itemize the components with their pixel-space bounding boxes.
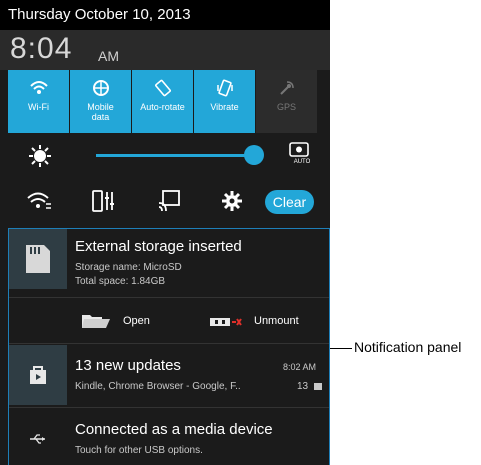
qs-auto-rotate-label: Auto-rotate xyxy=(140,102,185,112)
storage-notification[interactable]: External storage inserted Storage name: … xyxy=(9,229,329,289)
updates-notification[interactable]: 13 new updates 8:02 AM Kindle, Chrome Br… xyxy=(9,345,329,405)
auto-brightness-label: AUTO xyxy=(293,159,311,165)
clear-button[interactable]: Clear xyxy=(265,190,314,214)
storage-name-text: Storage name: MicroSD xyxy=(75,262,182,273)
callout-label: Notification panel xyxy=(354,339,462,355)
qs-mobile-data-label: Mobile data xyxy=(87,102,114,122)
eject-icon xyxy=(209,317,243,327)
storage-title: External storage inserted xyxy=(75,238,242,255)
updates-time: 8:02 AM xyxy=(283,362,317,372)
clock-time: 8:04 xyxy=(10,32,73,65)
unmount-label: Unmount xyxy=(254,315,299,327)
auto-brightness-button[interactable]: AUTO xyxy=(288,142,316,165)
screen-cast-icon[interactable] xyxy=(158,190,180,212)
wifi-settings-icon[interactable] xyxy=(26,190,52,212)
updates-subtitle: Kindle, Chrome Browser - Google, F.. xyxy=(75,381,241,392)
date-bar: Thursday October 10, 2013 xyxy=(0,0,330,30)
qs-wifi-label: Wi-Fi xyxy=(28,102,49,112)
qs-mobile-data-tile[interactable]: Mobile data xyxy=(70,70,131,133)
storage-space-text: Total space: 1.84GB xyxy=(75,276,166,287)
callout-line xyxy=(330,348,352,349)
phone-screen: Thursday October 10, 2013 8:04 AM Wi-Fi … xyxy=(0,0,330,465)
qs-gps-tile[interactable]: GPS xyxy=(256,70,317,133)
notification-panel: External storage inserted Storage name: … xyxy=(8,228,330,465)
wifi-icon xyxy=(29,78,49,98)
settings-row: Clear xyxy=(8,182,330,222)
date-label: Thursday October 10, 2013 xyxy=(8,6,191,23)
usb-title: Connected as a media device xyxy=(75,421,273,438)
qs-wifi-tile[interactable]: Wi-Fi xyxy=(8,70,69,133)
updates-title: 13 new updates xyxy=(75,357,181,374)
gps-icon xyxy=(277,78,297,98)
sound-settings-icon[interactable] xyxy=(92,190,116,212)
brightness-slider[interactable] xyxy=(96,154,254,157)
qs-vibrate-label: Vibrate xyxy=(210,102,239,112)
brightness-slider-knob[interactable] xyxy=(244,145,264,165)
brightness-row: AUTO xyxy=(8,136,330,176)
small-store-icon xyxy=(313,381,323,391)
gear-icon[interactable] xyxy=(222,191,242,211)
globe-icon xyxy=(91,78,111,98)
rotate-icon xyxy=(153,78,173,98)
folder-icon xyxy=(81,313,111,329)
open-button[interactable]: Open xyxy=(81,309,171,335)
divider xyxy=(9,407,329,408)
qs-auto-rotate-tile[interactable]: Auto-rotate xyxy=(132,70,193,133)
divider xyxy=(9,343,329,344)
clock-row: 8:04 AM xyxy=(0,30,330,70)
quick-settings: Wi-Fi Mobile data Auto-rotate Vibrate GP… xyxy=(8,70,330,133)
qs-gps-label: GPS xyxy=(276,102,296,112)
open-label: Open xyxy=(123,315,150,327)
divider xyxy=(9,297,329,298)
brightness-icon xyxy=(28,144,52,168)
qs-vibrate-tile[interactable]: Vibrate xyxy=(194,70,255,133)
unmount-button[interactable]: Unmount xyxy=(209,309,319,335)
usb-subtitle: Touch for other USB options. xyxy=(75,445,203,456)
vibrate-icon xyxy=(215,78,235,98)
usb-notification[interactable]: Connected as a media device Touch for ot… xyxy=(9,409,329,465)
auto-brightness-icon xyxy=(289,142,309,157)
clock-ampm: AM xyxy=(98,48,119,64)
updates-count: 13 xyxy=(297,381,309,392)
